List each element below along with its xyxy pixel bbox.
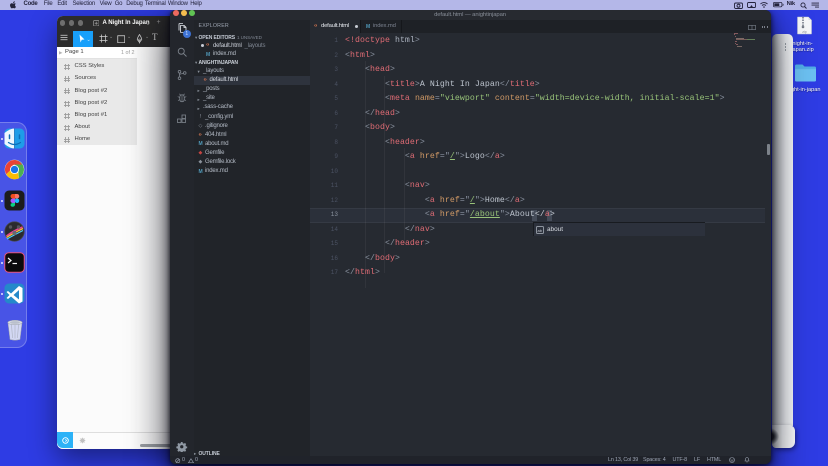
svg-text:zip: zip [802, 29, 807, 33]
